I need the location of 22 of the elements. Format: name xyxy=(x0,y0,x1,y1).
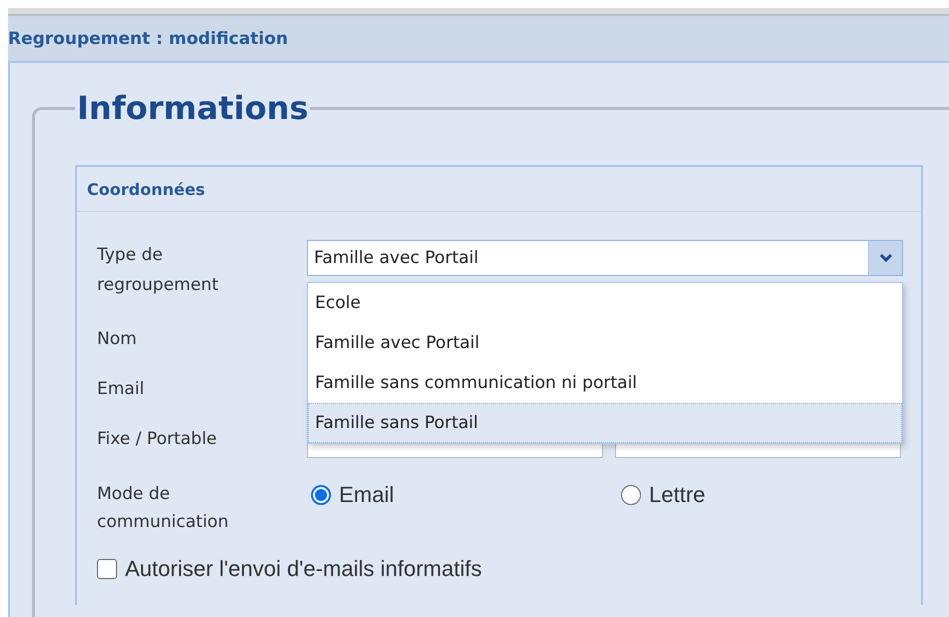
radio-icon[interactable] xyxy=(621,485,641,505)
window-title: Regroupement : modification xyxy=(8,28,288,48)
radio-option[interactable]: Email xyxy=(307,480,617,510)
field-label: Nom xyxy=(97,328,138,351)
field-label: Fixe / Portable xyxy=(97,428,218,451)
select-value: Famille avec Portail xyxy=(313,248,478,268)
radio-option[interactable]: Lettre xyxy=(617,480,897,510)
checkbox-icon[interactable] xyxy=(97,559,117,579)
radio-icon[interactable] xyxy=(311,485,331,505)
fieldset-legend: Informations xyxy=(75,92,310,127)
consent-checkbox[interactable]: Autoriser l'envoi d'e-mails informatifs xyxy=(97,556,903,582)
dropdown-option[interactable]: Famille sans Portail xyxy=(308,403,902,443)
field-label: Type de regroupement xyxy=(97,244,220,297)
dropdown-option[interactable]: Famille avec Portail xyxy=(308,323,902,363)
field-label: Email xyxy=(97,378,146,401)
dropdown-button[interactable] xyxy=(868,241,902,275)
panel-title: Coordonnées xyxy=(87,180,206,198)
chevron-down-icon xyxy=(878,253,892,263)
type-select[interactable]: Famille avec Portail xyxy=(307,240,903,276)
dropdown-option[interactable]: Famille sans communication ni portail xyxy=(308,363,902,403)
field-label: Mode de communication xyxy=(97,483,230,534)
dropdown-option[interactable]: Ecole xyxy=(308,283,902,323)
